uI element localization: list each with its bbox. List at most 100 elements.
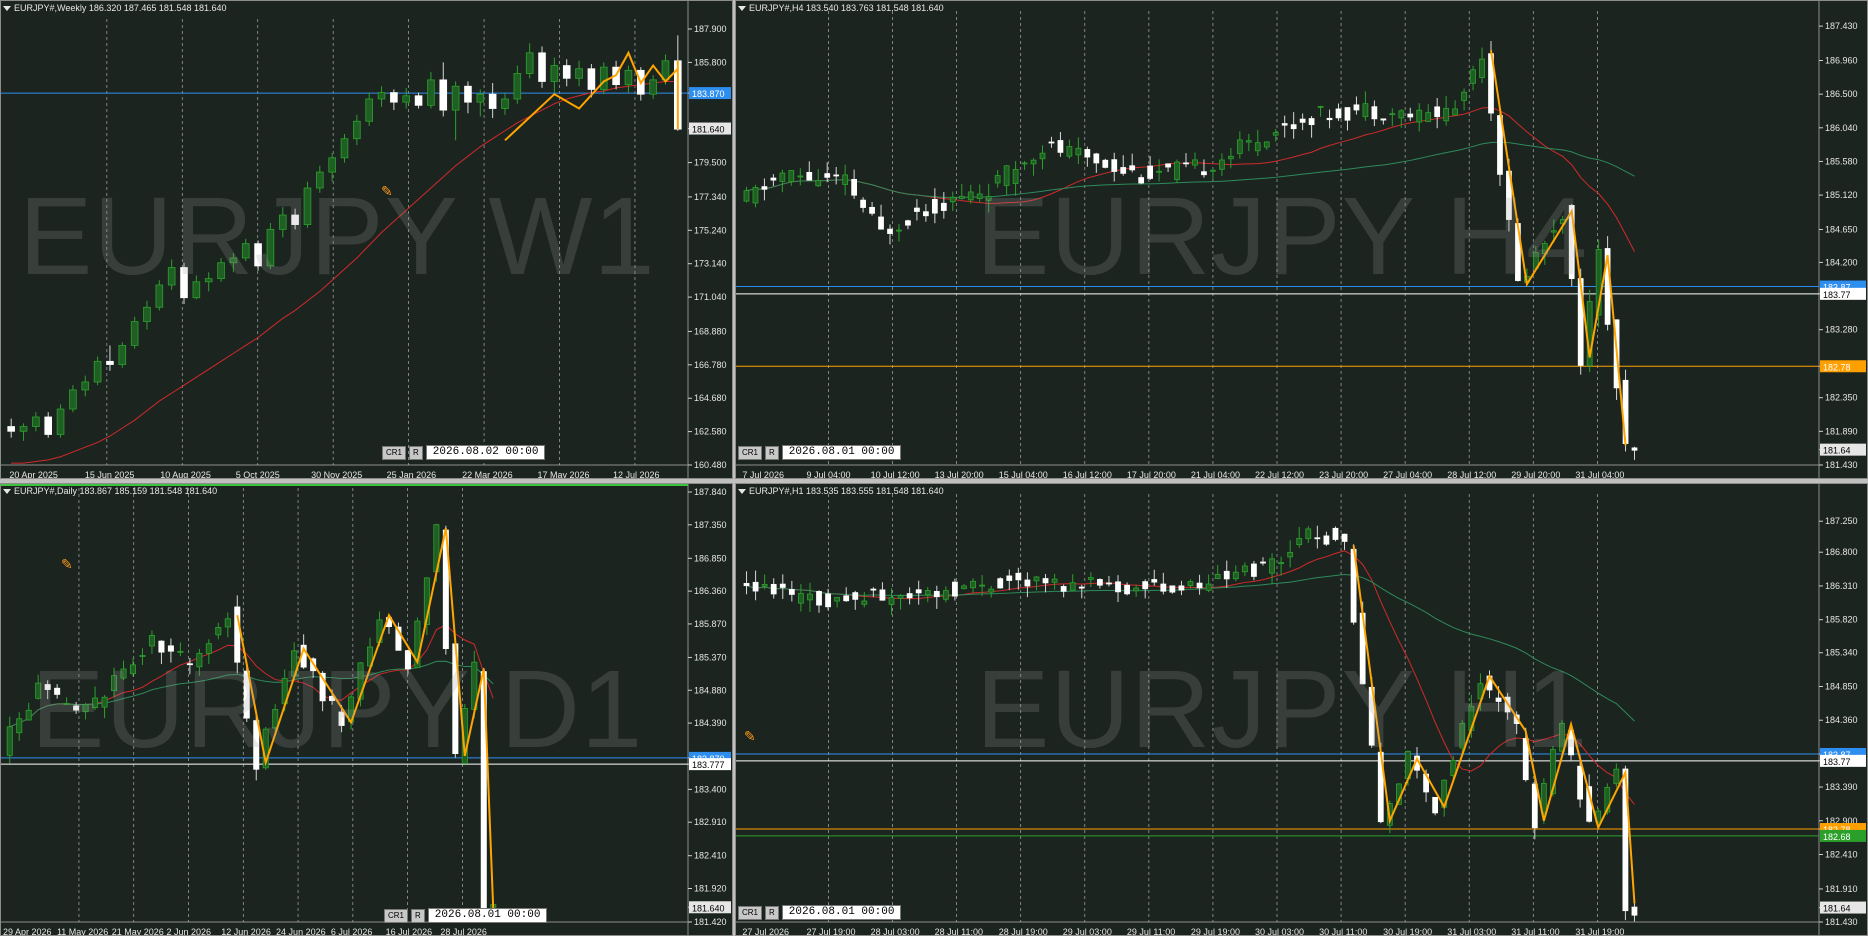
candle-body	[106, 360, 114, 365]
candle-body	[816, 591, 822, 606]
chart-watermark: EURJPY H1	[976, 648, 1589, 771]
candle-body	[439, 79, 448, 111]
price-tick-label: 164.680	[694, 393, 727, 403]
price-tick-label: 181.430	[1825, 460, 1858, 470]
time-tick-label: 30 Nov 2025	[311, 470, 362, 479]
price-tick-label: 171.040	[694, 292, 727, 302]
candle-body	[143, 306, 151, 322]
candle-body	[905, 220, 911, 226]
candle-body	[923, 211, 929, 217]
chart-watermark: EURJPY D1	[31, 648, 644, 771]
chevron-down-icon[interactable]	[738, 489, 746, 495]
candle-body	[1613, 768, 1620, 785]
chart-panel-h1[interactable]: EURJPY#,H1 183.535 183.555 181.548 181.6…	[735, 483, 1868, 936]
time-tick-label: 15 Jul 04:00	[999, 470, 1048, 479]
current-price-label: 181.640	[692, 125, 725, 135]
candle-body	[869, 206, 875, 214]
chevron-down-icon[interactable]	[3, 489, 11, 495]
price-tick-label: 186.800	[1825, 547, 1858, 557]
candle-body	[1093, 153, 1100, 164]
time-tick-label: 29 Jul 20:00	[1511, 470, 1560, 479]
datetime-field[interactable]: 2026.08.01 00:00	[427, 908, 548, 923]
candle-body	[1021, 162, 1028, 165]
price-tick-label: 187.900	[694, 24, 727, 34]
candle-body	[743, 583, 750, 587]
cr1-button[interactable]: CR1	[382, 445, 407, 460]
time-tick-label: 31 Jul 04:00	[1575, 470, 1624, 479]
candle-body	[842, 174, 849, 185]
datetime-field[interactable]: 2026.08.01 00:00	[781, 445, 902, 460]
candle-body	[224, 618, 231, 628]
chart-panel-d1[interactable]: EURJPY#,Daily 183.867 185.159 181.548 18…	[0, 483, 733, 936]
candle-body	[1416, 109, 1423, 123]
candle-body	[1380, 118, 1387, 121]
price-tick-label: 184.850	[1825, 681, 1858, 691]
chevron-down-icon[interactable]	[3, 6, 11, 12]
cr1-button[interactable]: CR1	[738, 445, 763, 460]
price-tick-label: 187.250	[1825, 516, 1858, 526]
candle-body	[888, 597, 895, 605]
candle-body	[1006, 575, 1013, 581]
cr1-button[interactable]: CR1	[738, 905, 763, 920]
candle-body	[970, 580, 976, 589]
candle-body	[1039, 152, 1046, 160]
candle-body	[1341, 533, 1348, 542]
r-button[interactable]: R	[765, 445, 779, 460]
candle-body	[878, 216, 884, 230]
candle-body	[1631, 447, 1638, 451]
time-tick-label: 29 Apr 2026	[3, 927, 52, 936]
datetime-field[interactable]: 2026.08.01 00:00	[781, 905, 902, 920]
candle-body	[1296, 537, 1303, 546]
time-tick-label: 31 Jul 11:00	[1511, 927, 1559, 936]
candle-body	[1115, 581, 1121, 593]
level-label: 183.77	[1823, 290, 1851, 300]
time-tick-label: 9 Jul 04:00	[806, 470, 850, 479]
candle-body	[1042, 578, 1049, 584]
chart-panel-w1[interactable]: EURJPY#,Weekly 186.320 187.465 181.548 1…	[0, 0, 733, 479]
candle-body	[924, 590, 931, 596]
candle-body	[1227, 155, 1234, 160]
candle-body	[56, 408, 65, 435]
drawing-tool-icon[interactable]: ✎	[61, 556, 73, 573]
r-button[interactable]: R	[765, 905, 779, 920]
candle-body	[914, 207, 920, 212]
chart-header-text: EURJPY#,H1 183.535 183.555 181.548 181.6…	[749, 486, 944, 496]
candle-body	[16, 718, 23, 734]
candle-body	[513, 73, 522, 100]
candle-body	[1084, 149, 1091, 158]
candle-body	[1461, 91, 1467, 101]
candle-body	[851, 178, 857, 196]
time-tick-label: 20 Apr 2025	[9, 470, 58, 479]
candle-body	[834, 596, 841, 602]
price-tick-label: 186.500	[1825, 89, 1858, 99]
price-tick-label: 185.820	[1825, 615, 1858, 625]
r-button[interactable]: R	[409, 445, 423, 460]
candle-body	[340, 138, 349, 159]
drawing-tool-icon[interactable]: ✎	[381, 183, 393, 200]
candle-body	[353, 120, 361, 140]
drawing-tool-icon[interactable]: ✎	[744, 728, 756, 745]
price-tick-label: 166.780	[694, 360, 727, 370]
r-button[interactable]: R	[411, 908, 425, 923]
candle-body	[476, 93, 485, 103]
candle-body	[815, 180, 822, 187]
chevron-down-icon[interactable]	[738, 6, 746, 12]
chart-header-d1: EURJPY#,Daily 183.867 185.159 181.548 18…	[3, 486, 217, 496]
time-tick-label: 29 Jul 19:00	[1191, 927, 1240, 936]
time-tick-label: 30 Jul 03:00	[1255, 927, 1304, 936]
chart-panel-h4[interactable]: EURJPY#,H4 183.540 183.763 181.548 181.6…	[735, 0, 1868, 479]
cr1-button[interactable]: CR1	[384, 908, 409, 923]
candle-body	[896, 229, 902, 232]
price-tick-label: 187.350	[694, 520, 727, 530]
candle-body	[1219, 159, 1225, 170]
time-tick-label: 10 Aug 2025	[160, 470, 211, 479]
candle-body	[390, 92, 398, 103]
datetime-field[interactable]: 2026.08.02 00:00	[425, 445, 546, 460]
price-tick-label: 186.040	[1825, 123, 1858, 133]
time-tick-label: 21 May 2026	[112, 927, 164, 936]
level-label: 182.78	[1823, 362, 1851, 372]
time-tick-label: 27 Jul 04:00	[1383, 470, 1432, 479]
candle-body	[599, 66, 608, 90]
candle-body	[1452, 108, 1458, 116]
candle-body	[1326, 117, 1333, 121]
